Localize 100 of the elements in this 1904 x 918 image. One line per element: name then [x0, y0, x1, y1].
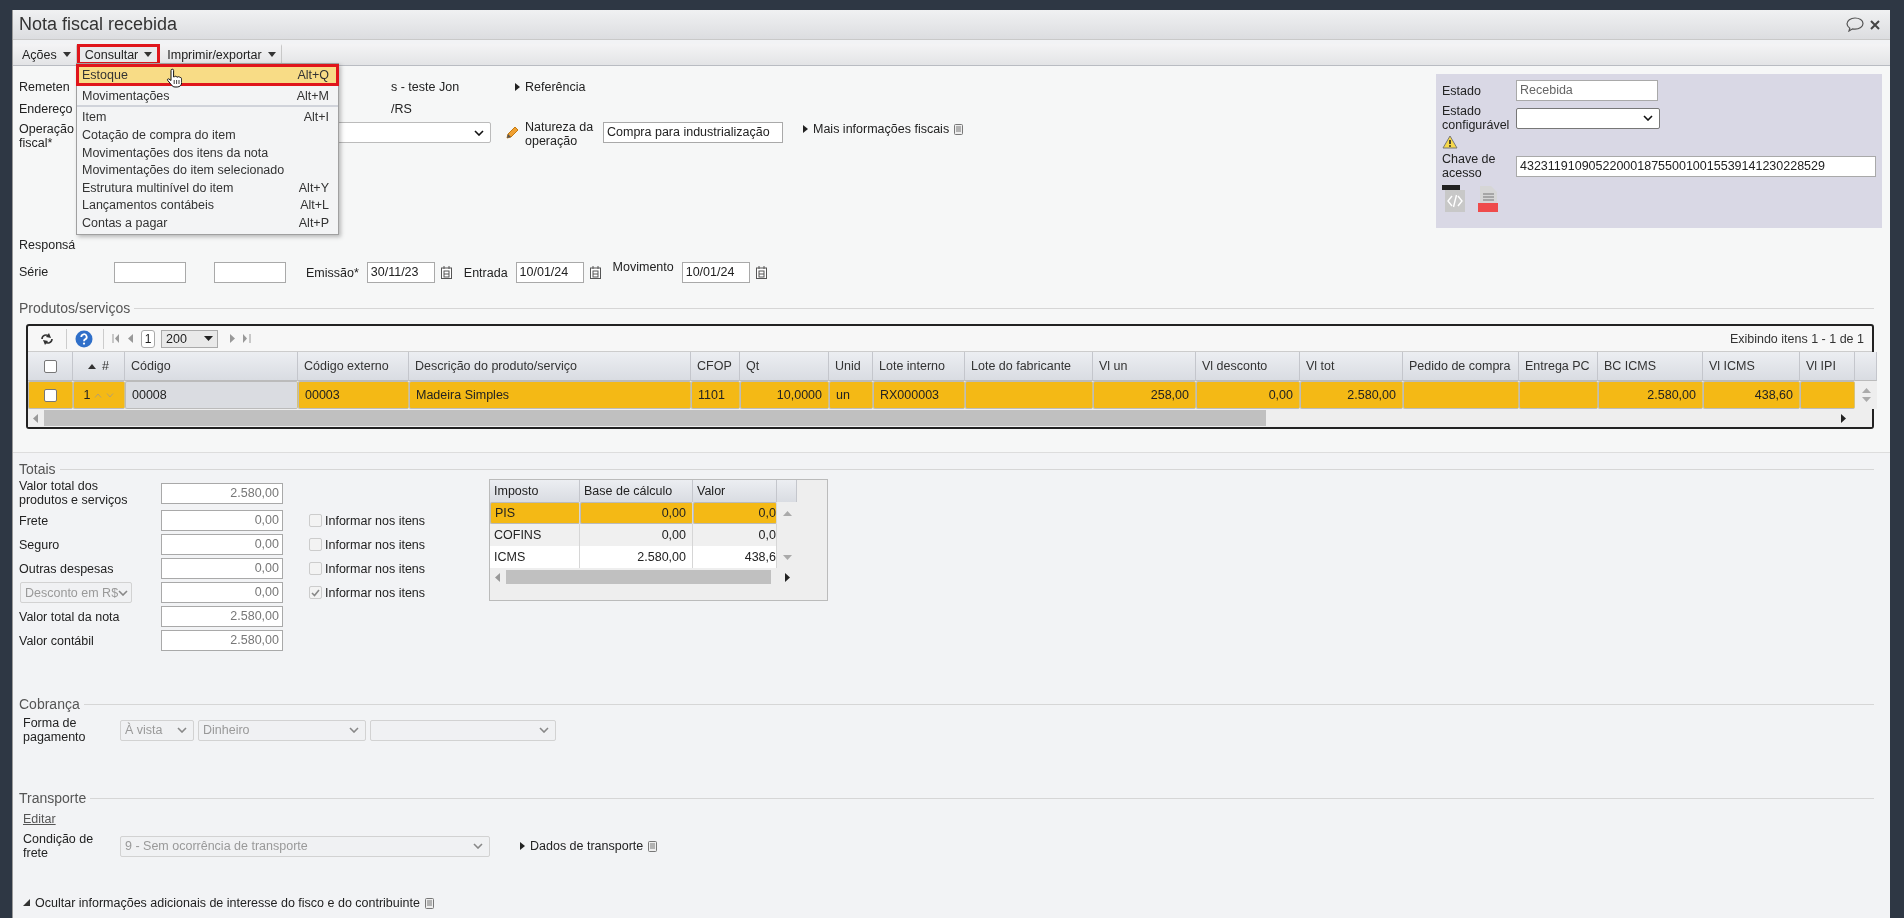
scroll-up-icon[interactable]: [782, 510, 792, 516]
section-title: Produtos/serviços: [19, 300, 1874, 316]
menu-item[interactable]: Contas a pagar Alt+P: [77, 214, 338, 232]
chevron-down-icon: [539, 727, 549, 733]
expand-arrow-icon: [520, 842, 525, 850]
chevron-down-icon: [474, 129, 484, 136]
field-label: Responsá: [19, 238, 76, 252]
scroll-left-icon[interactable]: [495, 572, 500, 582]
state-select[interactable]: [1516, 107, 1660, 129]
column-header[interactable]: Entrega PC: [1519, 352, 1598, 381]
column-header[interactable]: Lote interno: [873, 352, 965, 381]
menu-item[interactable]: Movimentações dos itens da nota: [77, 143, 338, 162]
menu-item[interactable]: Item Alt+I: [77, 108, 338, 127]
column-header[interactable]: Imposto: [490, 480, 580, 502]
column-header[interactable]: BC ICMS: [1598, 352, 1703, 381]
scroll-down-icon[interactable]: [782, 554, 792, 560]
column-header[interactable]: Vl desconto: [1196, 352, 1300, 381]
scrollbar-thumb[interactable]: [44, 410, 1266, 426]
field-label: Chave de acesso: [1442, 152, 1497, 180]
table-cell: [1800, 381, 1855, 409]
additional-info-toggle[interactable]: Ocultar informações adicionais de interesse do fisco e do contribuinte: [23, 896, 1874, 910]
pencil-icon[interactable]: [505, 126, 519, 140]
table-cell: un: [829, 381, 873, 409]
scrollbar-thumb[interactable]: [506, 570, 771, 584]
move-down-icon[interactable]: [106, 392, 115, 398]
previous-page-icon[interactable]: [128, 334, 133, 343]
caret-icon: [62, 52, 71, 57]
table-cell: 438,6: [693, 546, 777, 568]
table-cell: Madeira Simples: [409, 381, 691, 409]
menu-button[interactable]: Ações: [15, 44, 77, 65]
close-icon[interactable]: [1870, 19, 1880, 30]
table-cell: 2.580,00: [580, 546, 693, 568]
amount-field: 0,00: [161, 510, 283, 531]
column-header[interactable]: Vl un: [1093, 352, 1196, 381]
page-size-select[interactable]: 200: [161, 329, 218, 348]
field-value: s - teste Jon: [391, 80, 461, 94]
column-header[interactable]: Vl ICMS: [1703, 352, 1800, 381]
checkbox[interactable]: [43, 359, 57, 373]
refresh-icon[interactable]: [40, 332, 54, 345]
dropdown-menu[interactable]: [76, 63, 339, 235]
calendar-icon: [589, 266, 601, 279]
menu-item[interactable]: Cotação de compra do item: [77, 126, 338, 144]
edit-link[interactable]: Editar: [23, 812, 56, 826]
first-page-icon[interactable]: [112, 334, 120, 343]
column-header[interactable]: Valor: [693, 480, 777, 502]
column-header[interactable]: Base de cálculo: [580, 480, 693, 502]
sort-arrow-icon: [88, 363, 96, 369]
reference-link[interactable]: Referência: [515, 80, 586, 94]
column-header[interactable]: CFOP: [691, 352, 740, 381]
more-info-link[interactable]: Mais informações fiscais: [803, 122, 964, 136]
document-icon: [648, 840, 658, 852]
scroll-right-icon[interactable]: [1841, 413, 1846, 423]
column-header[interactable]: Código: [125, 352, 298, 381]
table-cell: 2.580,00: [1598, 381, 1703, 409]
chat-icon[interactable]: [1846, 17, 1864, 32]
field-label: Condição de frete: [23, 832, 95, 860]
menu-item[interactable]: Movimentações do item selecionado: [77, 161, 338, 179]
column-header[interactable]: Descrição do produto/serviço: [409, 352, 691, 381]
last-page-icon[interactable]: [243, 334, 251, 343]
scroll-right-icon[interactable]: [785, 572, 790, 582]
table-cell: 0,0: [693, 502, 777, 524]
collapse-arrow-icon: [23, 899, 30, 907]
help-icon[interactable]: [75, 329, 93, 348]
amount-field: 2.580,00: [161, 606, 283, 627]
field-label: Outras despesas: [19, 561, 114, 576]
transport-data-link[interactable]: Dados de transporte: [520, 839, 658, 853]
checkbox-label: Informar nos itens: [325, 513, 426, 528]
field-label: Operação fiscal*: [19, 122, 75, 150]
column-header[interactable]: Vl tot: [1300, 352, 1403, 381]
code-file-icon[interactable]: [1442, 185, 1466, 213]
column-header[interactable]: Código externo: [298, 352, 409, 381]
file-icon[interactable]: [1476, 185, 1500, 213]
table-cell: 00008: [125, 381, 298, 409]
date-field: 10/01/24: [681, 262, 750, 283]
menu-item[interactable]: Estrutura multinível do item Alt+Y: [77, 178, 338, 197]
next-page-icon[interactable]: [230, 334, 235, 343]
table-cell: 258,00: [1093, 381, 1196, 409]
scroll-left-icon[interactable]: [33, 413, 38, 423]
table-cell: 1101: [691, 381, 740, 409]
scroll-down-icon[interactable]: [1861, 397, 1871, 402]
column-header[interactable]: #: [73, 352, 125, 381]
column-header[interactable]: Pedido de compra: [1403, 352, 1519, 381]
chevron-down-icon: [349, 727, 359, 733]
scroll-up-icon[interactable]: [1861, 388, 1871, 393]
caret-icon: [204, 336, 213, 341]
warning-icon: [1442, 135, 1458, 149]
menu-item[interactable]: Movimentações Alt+M: [77, 87, 338, 105]
column-header[interactable]: Lote do fabricante: [965, 352, 1093, 381]
window-title: Nota fiscal recebida: [19, 14, 179, 35]
column-header[interactable]: Qt: [740, 352, 829, 381]
page-field[interactable]: 1: [141, 329, 155, 348]
document-icon: [424, 897, 434, 909]
column-header[interactable]: Vl IPI: [1800, 352, 1855, 381]
move-up-icon[interactable]: [94, 392, 103, 398]
calendar-icon: [755, 266, 767, 279]
menu-item[interactable]: Lançamentos contábeis Alt+L: [77, 196, 338, 215]
expand-arrow-icon: [515, 83, 520, 91]
checkbox[interactable]: [44, 388, 57, 402]
menu-item[interactable]: Estoque Alt+Q: [77, 65, 338, 85]
column-header[interactable]: Unid: [829, 352, 873, 381]
